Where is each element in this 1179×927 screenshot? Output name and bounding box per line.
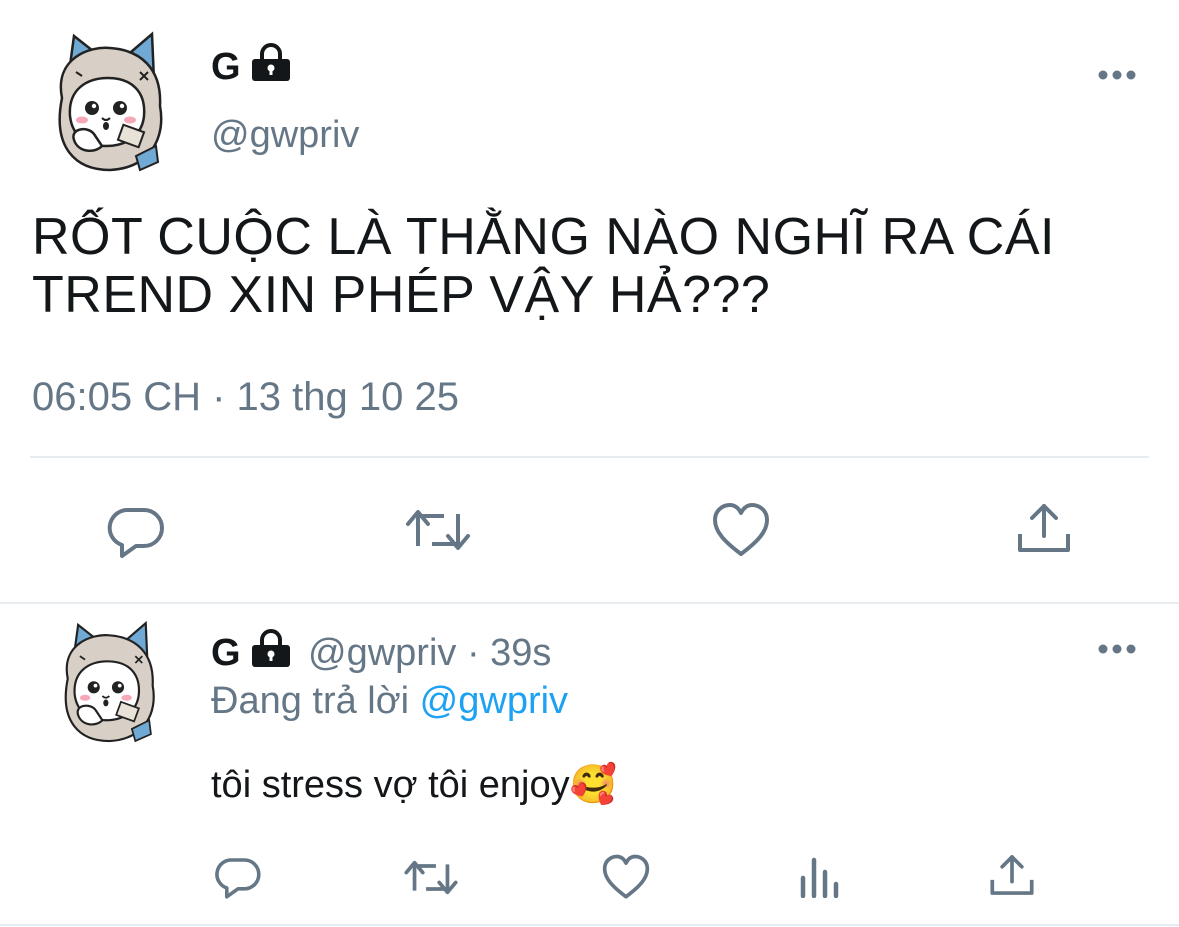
share-icon[interactable] — [1016, 500, 1072, 556]
reply-display-name[interactable]: G — [211, 634, 241, 672]
reply-time[interactable]: · 39s — [467, 632, 551, 674]
reply-handle: @gwpriv · 39s — [308, 634, 551, 672]
divider — [0, 602, 1179, 604]
reply-icon[interactable] — [214, 852, 262, 900]
share-icon[interactable] — [989, 852, 1035, 898]
lock-icon — [250, 628, 292, 668]
retweet-icon[interactable] — [403, 856, 459, 899]
like-icon[interactable] — [711, 502, 771, 558]
avatar[interactable] — [40, 28, 170, 178]
reply-icon[interactable] — [106, 500, 166, 560]
divider — [0, 924, 1179, 926]
tweet-text-line: TREND XIN PHÉP VẬY HẢ??? — [32, 266, 771, 324]
more-icon[interactable] — [1097, 68, 1137, 80]
avatar-cat-icon — [64, 620, 155, 743]
display-name[interactable]: G — [211, 48, 241, 86]
tweet-text: RỐT CUỘC LÀ THẰNG NÀO NGHĨ RA CÁI TREND … — [32, 208, 1152, 324]
divider — [30, 456, 1149, 458]
reply-avatar[interactable] — [40, 618, 170, 748]
analytics-icon[interactable] — [798, 854, 840, 898]
reply-handle-text[interactable]: @gwpriv — [308, 632, 456, 674]
tweet-text-line: RỐT CUỘC LÀ THẰNG NÀO NGHĨ RA CÁI — [32, 208, 1055, 266]
replying-to: Đang trả lời @gwpriv — [211, 682, 568, 720]
mention-link[interactable]: @gwpriv — [420, 680, 568, 722]
timestamp[interactable]: 06:05 CH · 13 thg 10 25 — [32, 377, 459, 417]
avatar-cat-icon — [58, 31, 163, 172]
reply-tweet-text: tôi stress vợ tôi enjoy🥰 — [211, 766, 617, 804]
smiling-hearts-emoji: 🥰 — [569, 764, 617, 806]
handle[interactable]: @gwpriv — [211, 116, 359, 154]
replying-to-label: Đang trả lời — [211, 680, 410, 722]
like-icon[interactable] — [601, 854, 651, 900]
lock-icon — [250, 42, 292, 82]
more-icon[interactable] — [1097, 642, 1137, 654]
reply-text-body: tôi stress vợ tôi enjoy — [211, 764, 570, 806]
retweet-icon[interactable] — [404, 504, 472, 556]
